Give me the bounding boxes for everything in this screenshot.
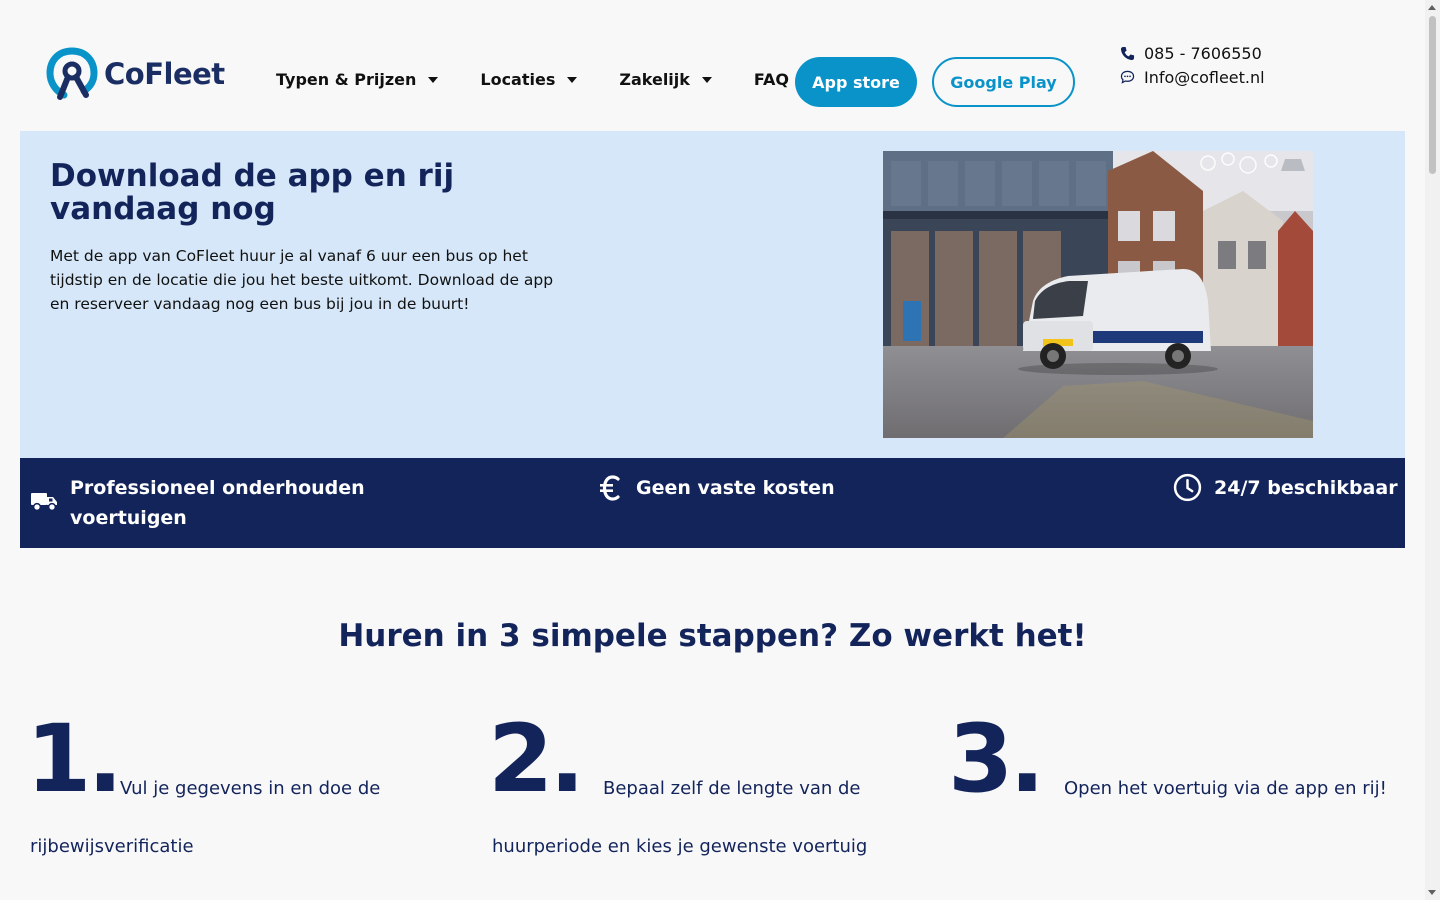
scroll-down-arrow-icon[interactable] [1428,890,1436,895]
step-text-line-1: Bepaal zelf de lengte van de [603,778,861,799]
chat-icon [1120,70,1135,84]
scroll-thumb[interactable] [1429,16,1436,174]
email-link[interactable]: Info@cofleet.nl [1120,65,1265,89]
scroll-up-arrow-icon[interactable] [1428,5,1436,10]
usp-label: 24/7 beschikbaar [1214,477,1398,499]
van-photo [883,151,1313,438]
page-scrollbar[interactable] [1425,0,1440,900]
caret-down-icon [567,76,578,83]
nav-item-label: FAQ [753,70,789,89]
usp-label: Professioneel onderhouden voertuigen [70,477,365,529]
email-address: Info@cofleet.nl [1144,67,1265,87]
van-street-image [883,151,1313,438]
truck-icon [31,493,57,512]
usp-item-costs: Geen vaste kosten [598,473,835,503]
nav-item-label: Zakelijk [619,70,690,89]
logo-text: CoFleet [104,57,225,91]
nav-item-label: Typen & Prijzen [276,70,417,89]
app-store-button[interactable]: App store [795,57,917,107]
main-nav: Typen & Prijzen Locaties Zakelijk FAQ [276,70,789,89]
usp-item-availability: 24/7 beschikbaar [1173,473,1398,503]
step-number: 2. [488,705,585,814]
clock-icon [1173,473,1202,502]
cofleet-logo-icon [46,47,98,100]
phone-icon [1120,46,1135,60]
step-text-line-1: Open het voertuig via de app en rij! [1064,778,1387,799]
nav-item-label: Locaties [480,70,556,89]
site-header: CoFleet Typen & Prijzen Locaties Zakelij… [0,0,1425,131]
steps-title: Huren in 3 simpele stappen? Zo werkt het… [338,618,1087,654]
phone-link[interactable]: 085 - 7606550 [1120,41,1265,65]
step-number: 1. [26,705,123,814]
step-text-line-2: huurperiode en kies je gewenste voertuig [492,836,868,857]
step-text-line-1: Vul je gegevens in en doe de [120,778,381,799]
logo[interactable]: CoFleet [46,47,225,101]
hero-section: Download de app en rij vandaag nog Met d… [20,131,1405,458]
usp-bar: Professioneel onderhouden voertuigen Gee… [20,458,1405,548]
hero-text: Met de app van CoFleet huur je al vanaf … [50,247,554,313]
nav-item-locaties[interactable]: Locaties [480,70,578,89]
usp-item-maintenance: Professioneel onderhouden voertuigen [30,473,410,533]
nav-item-typen-prijzen[interactable]: Typen & Prijzen [276,70,439,89]
step-number: 3. [948,705,1045,814]
phone-number: 085 - 7606550 [1144,43,1262,63]
euro-icon [600,475,620,501]
hero-title: Download de app en rij vandaag nog [50,158,455,227]
usp-label: Geen vaste kosten [636,477,835,499]
nav-item-faq[interactable]: FAQ [754,70,789,89]
google-play-button[interactable]: Google Play [932,57,1075,107]
caret-down-icon [428,76,439,83]
contact-info: 085 - 7606550 Info@cofleet.nl [1120,41,1265,89]
caret-down-icon [701,76,712,83]
step-text-line-2: rijbewijsverificatie [30,836,194,857]
nav-item-zakelijk[interactable]: Zakelijk [619,70,712,89]
